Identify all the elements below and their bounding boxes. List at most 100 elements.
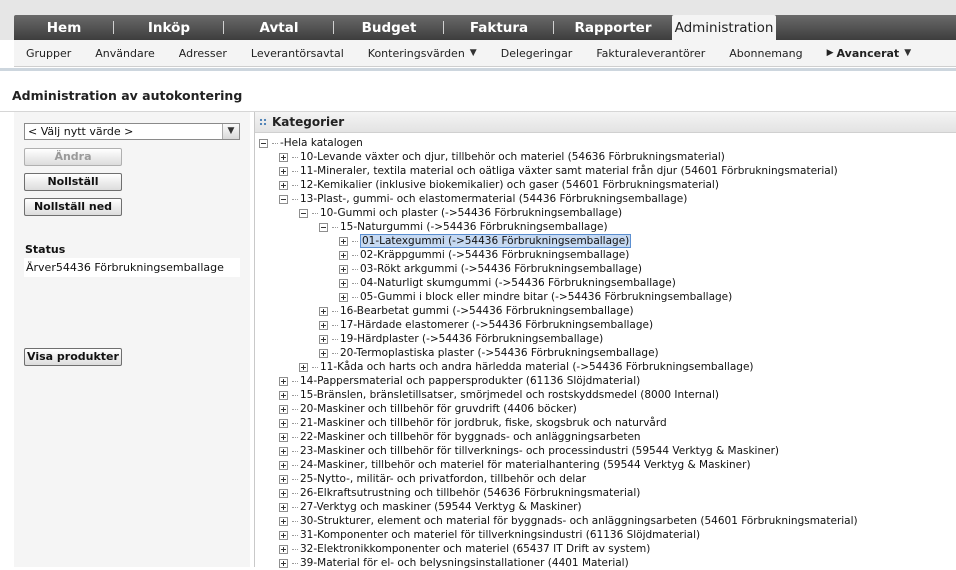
expand-icon[interactable] xyxy=(279,488,288,498)
tree-node-label[interactable]: 20-Termoplastiska plaster (->54436 Förbr… xyxy=(340,346,659,360)
tree-node-label[interactable]: 16-Bearbetat gummi (->54436 Förbruknings… xyxy=(340,304,634,318)
reset-down-button[interactable]: Nollställ ned xyxy=(24,198,122,216)
expand-icon[interactable] xyxy=(279,558,288,568)
value-select[interactable]: < Välj nytt värde > ▼ xyxy=(24,123,240,140)
expand-icon[interactable] xyxy=(279,404,288,414)
tree-node-label[interactable]: 20-Maskiner och tillbehör för gruvdrift … xyxy=(300,402,577,416)
expand-icon[interactable] xyxy=(279,446,288,456)
tree-node-label[interactable]: 22-Maskiner och tillbehör för byggnads- … xyxy=(300,430,641,444)
expand-icon[interactable] xyxy=(339,278,348,288)
tree-node-label[interactable]: -Hela katalogen xyxy=(280,136,363,150)
tree-node-label[interactable]: 23-Maskiner och tillbehör för tillverkni… xyxy=(300,444,779,458)
tree-node-label[interactable]: 11-Mineraler, textila material och oätli… xyxy=(300,164,838,178)
subnav-item-avancerat[interactable]: ▶ Avancerat ▼ xyxy=(815,47,923,60)
chevron-down-icon[interactable]: ▼ xyxy=(222,124,239,139)
collapse-icon[interactable] xyxy=(259,138,268,148)
expand-icon[interactable] xyxy=(279,390,288,400)
tree-node-label-selected[interactable]: 01-Latexgummi (->54436 Förbrukningsembal… xyxy=(360,234,632,248)
collapse-icon[interactable] xyxy=(299,208,308,218)
expand-icon[interactable] xyxy=(339,250,348,260)
show-products-button[interactable]: Visa produkter xyxy=(24,348,122,366)
tree-node-label[interactable]: 11-Kåda och harts och andra härledda mat… xyxy=(320,360,754,374)
subnav-item-adresser[interactable]: Adresser xyxy=(167,47,239,60)
expand-icon[interactable] xyxy=(279,502,288,512)
expand-icon[interactable] xyxy=(339,292,348,302)
tab-rapporter[interactable]: Rapporter xyxy=(554,15,672,40)
tree-node-label[interactable]: 27-Verktyg och maskiner (59544 Verktyg &… xyxy=(300,500,582,514)
tree-node-label[interactable]: 25-Nytto-, militär- och privatfordon, ti… xyxy=(300,472,586,486)
subnav-item-användare[interactable]: Användare xyxy=(83,47,167,60)
tree-node-label[interactable]: 04-Naturligt skumgummi (->54436 Förbrukn… xyxy=(360,276,676,290)
tab-inköp[interactable]: Inköp xyxy=(114,15,224,40)
tree-connector xyxy=(292,380,298,382)
expand-icon[interactable] xyxy=(279,418,288,428)
tree-node-label[interactable]: 24-Maskiner, tillbehör och materiel för … xyxy=(300,458,751,472)
subnav-item-konteringsvärden[interactable]: Konteringsvärden ▼ xyxy=(356,47,489,60)
expand-icon[interactable] xyxy=(279,166,288,176)
subnav-item-leverantörsavtal[interactable]: Leverantörsavtal xyxy=(239,47,356,60)
tree-node-label[interactable]: 03-Rökt arkgummi (->54436 Förbrukningsem… xyxy=(360,262,642,276)
triangle-right-icon: ▶ xyxy=(826,48,834,58)
tree-node-label[interactable]: 31-Komponenter och materiel för tillverk… xyxy=(300,528,700,542)
expand-icon[interactable] xyxy=(319,334,328,344)
expand-icon[interactable] xyxy=(279,544,288,554)
subnav-item-grupper[interactable]: Grupper xyxy=(14,47,83,60)
expand-icon[interactable] xyxy=(279,530,288,540)
expand-icon[interactable] xyxy=(319,306,328,316)
tree-node-label[interactable]: 39-Material för el- och belysningsinstal… xyxy=(300,556,629,570)
tree-connector xyxy=(292,562,298,564)
subnav-item-label: Leverantörsavtal xyxy=(250,46,344,60)
tree-node: 11-Kåda och harts och andra härledda mat… xyxy=(299,360,754,374)
tree-node: 19-Härdplaster (->54436 Förbrukningsemba… xyxy=(319,332,603,346)
tree-node-label[interactable]: 15-Bränslen, bränsletillsatser, smörjmed… xyxy=(300,388,719,402)
tree-node-label[interactable]: 12-Kemikalier (inklusive biokemikalier) … xyxy=(300,178,719,192)
tab-hem[interactable]: Hem xyxy=(14,15,114,40)
tree-connector xyxy=(292,156,298,158)
tree-node-label[interactable]: 14-Pappersmaterial och pappersprodukter … xyxy=(300,374,640,388)
expand-icon[interactable] xyxy=(339,264,348,274)
collapse-icon[interactable] xyxy=(279,194,288,204)
expand-icon[interactable] xyxy=(279,516,288,526)
tab-administration[interactable]: Administration xyxy=(672,15,776,40)
tree-node-label[interactable]: 30-Strukturer, element och material för … xyxy=(300,514,858,528)
subnav-item-label: Avancerat xyxy=(836,46,900,60)
expand-icon[interactable] xyxy=(299,362,308,372)
tree-connector xyxy=(332,324,338,326)
tree-connector xyxy=(292,548,298,550)
tree-node-label[interactable]: 15-Naturgummi (->54436 Förbrukningsembal… xyxy=(340,220,608,234)
tab-faktura[interactable]: Faktura xyxy=(444,15,554,40)
subnav-item-abonnemang[interactable]: Abonnemang xyxy=(717,47,814,60)
tree-node-label[interactable]: 32-Elektronikkomponenter och materiel (6… xyxy=(300,542,650,556)
tree-node: 21-Maskiner och tillbehör för jordbruk, … xyxy=(279,416,667,430)
expand-icon[interactable] xyxy=(339,236,348,246)
expand-icon[interactable] xyxy=(279,152,288,162)
tree-node: 11-Mineraler, textila material och oätli… xyxy=(279,164,838,178)
tree-node-label[interactable]: 02-Kräppgummi (->54436 Förbrukningsembal… xyxy=(360,248,629,262)
tab-budget[interactable]: Budget xyxy=(334,15,444,40)
expand-icon[interactable] xyxy=(319,320,328,330)
tree-node-label[interactable]: 21-Maskiner och tillbehör för jordbruk, … xyxy=(300,416,667,430)
expand-icon[interactable] xyxy=(279,432,288,442)
status-value: Ärver54436 Förbrukningsemballage xyxy=(24,258,240,277)
tree-node-label[interactable]: 17-Härdade elastomerer (->54436 Förbrukn… xyxy=(340,318,653,332)
tree-node-label[interactable]: 26-Elkraftsutrustning och tillbehör (546… xyxy=(300,486,640,500)
subnav-item-fakturaleverantörer[interactable]: Fakturaleverantörer xyxy=(584,47,717,60)
change-button[interactable]: Ändra xyxy=(24,148,122,166)
tree-node-label[interactable]: 19-Härdplaster (->54436 Förbrukningsemba… xyxy=(340,332,603,346)
tree-node-label[interactable]: 05-Gummi i block eller mindre bitar (->5… xyxy=(360,290,732,304)
tab-avtal[interactable]: Avtal xyxy=(224,15,334,40)
tree-node-label[interactable]: 10-Levande växter och djur, tillbehör oc… xyxy=(300,150,725,164)
expand-icon[interactable] xyxy=(279,180,288,190)
tree-node: 05-Gummi i block eller mindre bitar (->5… xyxy=(339,290,732,304)
tree-node-label[interactable]: 10-Gummi och plaster (->54436 Förbruknin… xyxy=(320,206,622,220)
expand-icon[interactable] xyxy=(279,460,288,470)
tree-node: 17-Härdade elastomerer (->54436 Förbrukn… xyxy=(319,318,653,332)
collapse-icon[interactable] xyxy=(319,222,328,232)
tree-node-label[interactable]: 13-Plast-, gummi- och elastomermaterial … xyxy=(300,192,687,206)
reset-button[interactable]: Nollställ xyxy=(24,173,122,191)
tree-node: 26-Elkraftsutrustning och tillbehör (546… xyxy=(279,486,640,500)
expand-icon[interactable] xyxy=(279,376,288,386)
subnav-item-delegeringar[interactable]: Delegeringar xyxy=(489,47,585,60)
expand-icon[interactable] xyxy=(319,348,328,358)
expand-icon[interactable] xyxy=(279,474,288,484)
